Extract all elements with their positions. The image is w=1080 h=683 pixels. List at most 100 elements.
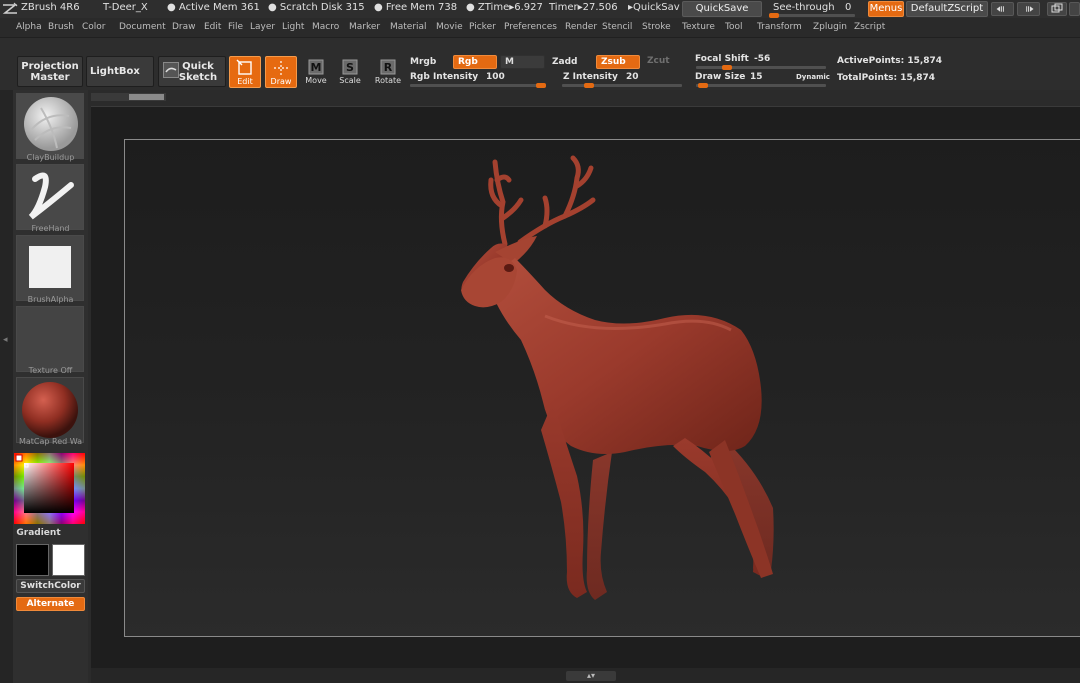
quicksave-status: ▸QuickSav: [628, 2, 680, 13]
rgb-intensity-knob[interactable]: [536, 83, 546, 88]
focal-shift-slider[interactable]: Focal Shift -56: [694, 53, 828, 71]
material-label: MatCap Red Wa: [18, 437, 83, 446]
canvas-scrollbar-thumb[interactable]: [129, 94, 164, 100]
quicksave-button[interactable]: QuickSave: [682, 1, 762, 17]
window-restore-icon[interactable]: [1047, 2, 1067, 16]
scale-icon: S: [334, 56, 366, 76]
active-points: ActivePoints: 15,874: [837, 56, 943, 66]
material-thumbnail[interactable]: [16, 377, 84, 443]
menu-preferences[interactable]: Preferences: [504, 22, 557, 32]
menu-brush[interactable]: Brush: [48, 22, 74, 32]
focal-shift-label: Focal Shift: [695, 54, 749, 64]
mrgb-toggle[interactable]: Mrgb: [410, 57, 436, 67]
bottom-tray-toggle-icon[interactable]: ▴▾: [566, 671, 616, 681]
left-tray-divider[interactable]: ◂: [0, 90, 13, 683]
menu-zplugin[interactable]: Zplugin: [813, 22, 847, 32]
deer-model[interactable]: [125, 140, 1080, 637]
menu-macro[interactable]: Macro: [312, 22, 339, 32]
dynamic-toggle[interactable]: Dynamic: [796, 73, 830, 81]
focal-shift-track: [696, 66, 826, 69]
see-through-slider[interactable]: See-through 0: [765, 1, 859, 18]
menu-movie[interactable]: Movie: [436, 22, 463, 32]
rotate-mode-button[interactable]: R Rotate: [372, 56, 404, 88]
menu-edit[interactable]: Edit: [204, 22, 221, 32]
rgb-intensity-slider[interactable]: Rgb Intensity 100: [408, 71, 548, 89]
projection-master-label-2: Master: [30, 72, 70, 83]
menu-alpha[interactable]: Alpha: [16, 22, 42, 32]
svg-text:R: R: [384, 61, 393, 74]
z-intensity-slider[interactable]: Z Intensity 20: [560, 71, 684, 89]
menu-layer[interactable]: Layer: [250, 22, 275, 32]
ztime: ● ZTime▸6.927: [466, 2, 543, 13]
gradient-toggle[interactable]: Gradient: [1, 528, 76, 538]
focal-shift-value: -56: [754, 54, 771, 64]
z-intensity-track: [562, 84, 682, 87]
document-viewport[interactable]: [124, 139, 1080, 637]
menus-button[interactable]: Menus: [868, 1, 904, 17]
rewind-icon[interactable]: [991, 2, 1014, 16]
brush-label: ClayBuildup: [26, 153, 75, 162]
switch-color-button[interactable]: SwitchColor: [16, 579, 85, 593]
scale-mode-button[interactable]: S Scale: [334, 56, 366, 88]
draw-label: Draw: [270, 77, 292, 86]
freehand-stroke-icon: [28, 172, 74, 220]
menu-material[interactable]: Material: [390, 22, 427, 32]
menu-stencil[interactable]: Stencil: [602, 22, 632, 32]
see-through-label: See-through: [773, 2, 835, 13]
alternate-button[interactable]: Alternate: [16, 597, 85, 611]
quick-sketch-button[interactable]: Quick Sketch: [158, 56, 226, 87]
menu-picker[interactable]: Picker: [469, 22, 496, 32]
draw-size-slider[interactable]: Draw Size 15 Dynamic: [694, 71, 830, 89]
menu-color[interactable]: Color: [82, 22, 106, 32]
canvas-scrollbar[interactable]: [91, 93, 166, 101]
rgb-toggle[interactable]: Rgb: [453, 55, 497, 69]
zcut-toggle[interactable]: Zcut: [643, 55, 683, 69]
zadd-toggle[interactable]: Zadd: [552, 57, 577, 67]
app-version: ZBrush 4R6: [21, 2, 80, 13]
menu-zscript[interactable]: Zscript: [854, 22, 885, 32]
tray-expand-icon[interactable]: ◂: [3, 335, 9, 347]
color-picker[interactable]: [14, 453, 85, 524]
brush-thumbnail[interactable]: [16, 93, 84, 159]
clay-buildup-brush-icon: [24, 97, 78, 151]
focal-shift-knob[interactable]: [722, 65, 733, 70]
lightbox-button[interactable]: LightBox: [86, 56, 154, 87]
draw-size-knob[interactable]: [697, 83, 708, 88]
draw-mode-button[interactable]: Draw: [265, 56, 297, 88]
zbrush-logo-icon: [2, 2, 18, 14]
document-name: T-Deer_X: [103, 2, 148, 13]
window-close-icon[interactable]: [1069, 2, 1080, 16]
menu-bar: Alpha Brush Color Document Draw Edit Fil…: [0, 18, 1080, 38]
menu-marker[interactable]: Marker: [349, 22, 380, 32]
menu-file[interactable]: File: [228, 22, 243, 32]
menu-transform[interactable]: Transform: [757, 22, 802, 32]
main-color-swatch[interactable]: [16, 544, 49, 576]
default-zscript-button[interactable]: DefaultZScript: [906, 1, 988, 17]
brush-alpha-icon: [29, 246, 71, 288]
texture-thumbnail[interactable]: [16, 306, 84, 372]
fast-forward-icon[interactable]: [1017, 2, 1040, 16]
m-toggle[interactable]: M: [500, 55, 545, 69]
stroke-label: FreeHand: [31, 224, 70, 233]
see-through-track: [769, 14, 855, 17]
menu-render[interactable]: Render: [565, 22, 597, 32]
menu-draw[interactable]: Draw: [172, 22, 196, 32]
stroke-thumbnail[interactable]: [16, 164, 84, 230]
move-mode-button[interactable]: M Move: [300, 56, 332, 88]
scale-label: Scale: [339, 76, 361, 85]
menu-document[interactable]: Document: [119, 22, 166, 32]
alpha-thumbnail[interactable]: [16, 235, 84, 301]
rotate-icon: R: [372, 56, 404, 76]
free-mem: ● Free Mem 738: [374, 2, 458, 13]
menu-stroke[interactable]: Stroke: [642, 22, 671, 32]
svg-text:S: S: [346, 61, 354, 74]
menu-texture[interactable]: Texture: [682, 22, 715, 32]
matcap-red-wax-icon: [22, 382, 78, 438]
menu-light[interactable]: Light: [282, 22, 304, 32]
z-intensity-knob[interactable]: [584, 83, 594, 88]
projection-master-button[interactable]: Projection Master: [17, 56, 83, 87]
secondary-color-swatch[interactable]: [52, 544, 85, 576]
edit-mode-button[interactable]: Edit: [229, 56, 261, 88]
menu-tool[interactable]: Tool: [725, 22, 742, 32]
zsub-toggle[interactable]: Zsub: [596, 55, 640, 69]
